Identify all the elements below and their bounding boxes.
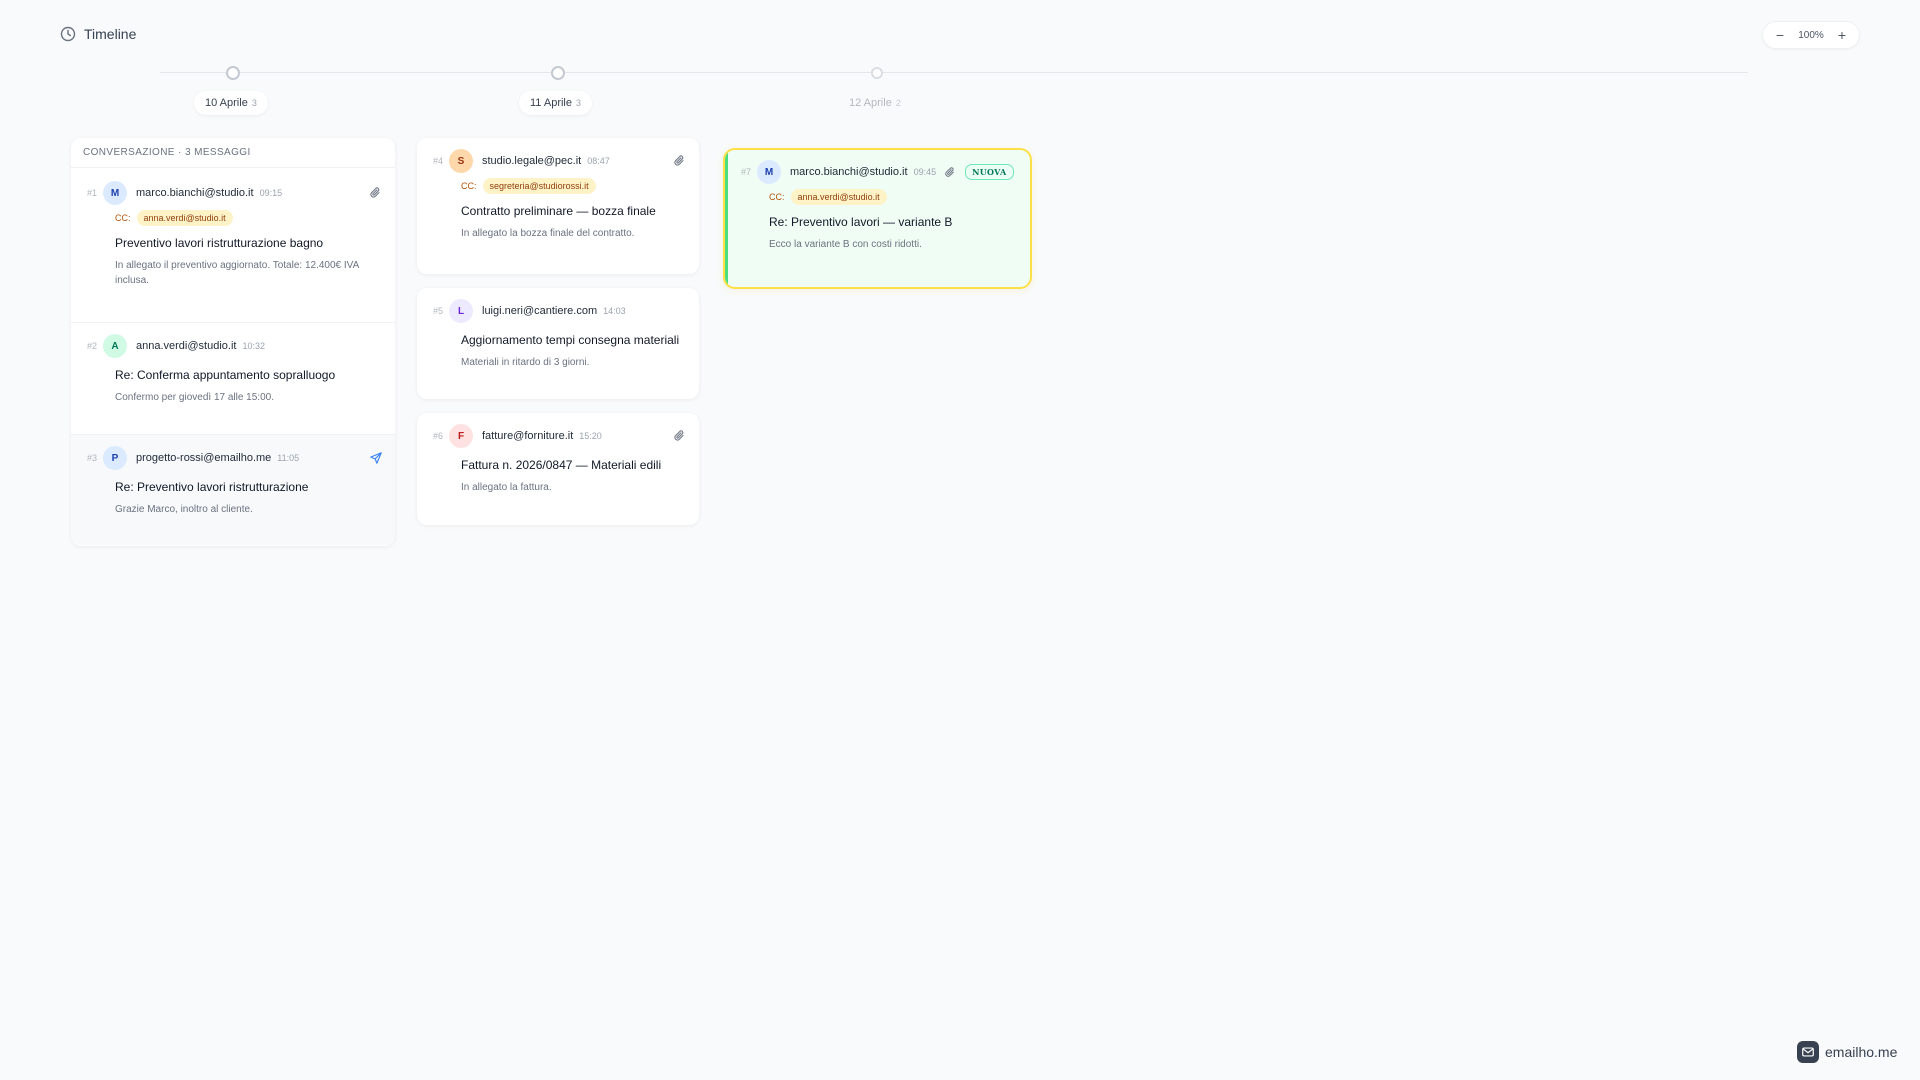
message-card[interactable]: #5 L luigi.neri@cantiere.com 14:03 Aggio… <box>417 288 699 399</box>
date-pill[interactable]: 10 Aprile 3 <box>194 91 268 115</box>
message-number: #6 <box>432 431 443 441</box>
message-time: 09:15 <box>259 188 283 198</box>
zoom-out-button[interactable]: − <box>1773 28 1787 42</box>
paperclip-icon[interactable] <box>944 166 957 179</box>
message-time: 14:03 <box>603 306 626 316</box>
message-number: #7 <box>740 167 751 177</box>
message-subject: Re: Preventivo lavori ristrutturazione <box>115 480 309 494</box>
cc-row: CC: anna.verdi@studio.it <box>769 188 1030 206</box>
date-pill[interactable]: 12 Aprile 2 <box>838 91 912 115</box>
brand-name: emailho.me <box>1825 1044 1898 1060</box>
message-item[interactable]: #1 M marco.bianchi@studio.it 09:15 CC: a… <box>71 168 395 323</box>
cc-label: CC: <box>461 181 477 191</box>
page-title: Timeline <box>84 26 137 42</box>
new-badge: NUOVA <box>965 164 1014 180</box>
message-subject: Re: Conferma appuntamento sopralluogo <box>115 368 336 382</box>
message-subject: Preventivo lavori ristrutturazione bagno <box>115 236 324 250</box>
message-time: 08:47 <box>587 156 610 166</box>
sender-email: marco.bianchi@studio.it <box>136 187 254 199</box>
date-label: 11 Aprile <box>530 97 572 109</box>
avatar: F <box>449 424 473 448</box>
avatar: M <box>757 160 781 184</box>
conversation-card: CONVERSAZIONE · 3 MESSAGGI #1 M marco.bi… <box>71 138 395 546</box>
message-subject: Fattura n. 2026/0847 — Materiali edili <box>461 458 662 472</box>
message-time: 11:05 <box>277 453 300 463</box>
timeline-axis <box>160 72 1748 73</box>
sender-email: fatture@forniture.it <box>482 430 574 442</box>
message-preview: Grazie Marco, inoltro al cliente. <box>115 504 253 515</box>
timeline-node[interactable] <box>551 66 565 80</box>
date-count: 3 <box>251 98 257 108</box>
cc-chip[interactable]: anna.verdi@studio.it <box>136 210 233 226</box>
message-card-new[interactable]: #7 M marco.bianchi@studio.it 09:45 NUOVA… <box>723 148 1032 289</box>
avatar: A <box>103 334 127 358</box>
send-icon[interactable] <box>369 451 383 465</box>
cc-chip[interactable]: anna.verdi@studio.it <box>790 189 887 205</box>
cc-chip[interactable]: segreteria@studiorossi.it <box>482 178 596 194</box>
message-preview: In allegato il preventivo aggiornato. To… <box>115 260 359 286</box>
avatar: L <box>449 299 473 323</box>
sender-email: marco.bianchi@studio.it <box>790 166 908 178</box>
conversation-heading: CONVERSAZIONE · 3 MESSAGGI <box>71 138 395 168</box>
message-number: #4 <box>432 156 443 166</box>
paperclip-icon[interactable] <box>673 154 687 168</box>
timeline-node[interactable] <box>226 66 240 80</box>
cc-row: CC: anna.verdi@studio.it <box>115 209 383 227</box>
cc-row: CC: segreteria@studiorossi.it <box>461 177 699 195</box>
avatar: S <box>449 149 473 173</box>
zoom-level: 100% <box>1798 29 1824 41</box>
timeline-node[interactable] <box>871 67 883 79</box>
cc-label: CC: <box>769 192 785 202</box>
date-label: 12 Aprile <box>849 97 892 109</box>
sender-email: luigi.neri@cantiere.com <box>482 305 598 317</box>
sender-email: studio.legale@pec.it <box>482 155 582 167</box>
zoom-control: − 100% + <box>1762 21 1860 49</box>
message-time: 09:45 <box>913 167 937 177</box>
message-preview: Materiali in ritardo di 3 giorni. <box>461 357 590 368</box>
date-count: 2 <box>895 98 901 108</box>
message-time: 10:32 <box>242 341 265 351</box>
paperclip-icon[interactable] <box>369 186 383 200</box>
date-count: 3 <box>576 98 582 108</box>
message-subject: Aggiornamento tempi consegna materiali <box>461 333 680 347</box>
message-subject: Re: Preventivo lavori — variante B <box>769 215 953 229</box>
message-number: #5 <box>432 306 443 316</box>
message-card[interactable]: #4 S studio.legale@pec.it 08:47 CC: segr… <box>417 138 699 274</box>
message-preview: In allegato la fattura. <box>461 482 552 493</box>
paperclip-icon[interactable] <box>673 429 687 443</box>
sender-email: anna.verdi@studio.it <box>136 340 237 352</box>
message-preview: In allegato la bozza finale del contratt… <box>461 228 635 239</box>
message-number: #1 <box>86 188 97 198</box>
message-number: #2 <box>86 341 97 351</box>
avatar: P <box>103 446 127 470</box>
zoom-in-button[interactable]: + <box>1835 28 1849 42</box>
date-pill[interactable]: 11 Aprile 3 <box>519 91 593 115</box>
message-preview: Confermo per giovedì 17 alle 15:00. <box>115 392 274 403</box>
cc-label: CC: <box>115 213 131 223</box>
avatar: M <box>103 181 127 205</box>
brand[interactable]: emailho.me <box>1797 1041 1897 1063</box>
date-label: 10 Aprile <box>205 97 248 109</box>
message-number: #3 <box>86 453 97 463</box>
timeline-header: Timeline <box>60 26 136 42</box>
clock-icon <box>60 26 76 42</box>
message-time: 15:20 <box>579 431 602 441</box>
message-card[interactable]: #6 F fatture@forniture.it 15:20 Fattura … <box>417 413 699 525</box>
message-item[interactable]: #2 A anna.verdi@studio.it 10:32 Re: Conf… <box>71 323 395 435</box>
message-preview: Ecco la variante B con costi ridotti. <box>769 239 922 250</box>
message-subject: Contratto preliminare — bozza finale <box>461 204 656 218</box>
mail-icon <box>1797 1041 1819 1063</box>
message-item[interactable]: #3 P progetto-rossi@emailho.me 11:05 Re:… <box>71 435 395 545</box>
sender-email: progetto-rossi@emailho.me <box>136 452 272 464</box>
